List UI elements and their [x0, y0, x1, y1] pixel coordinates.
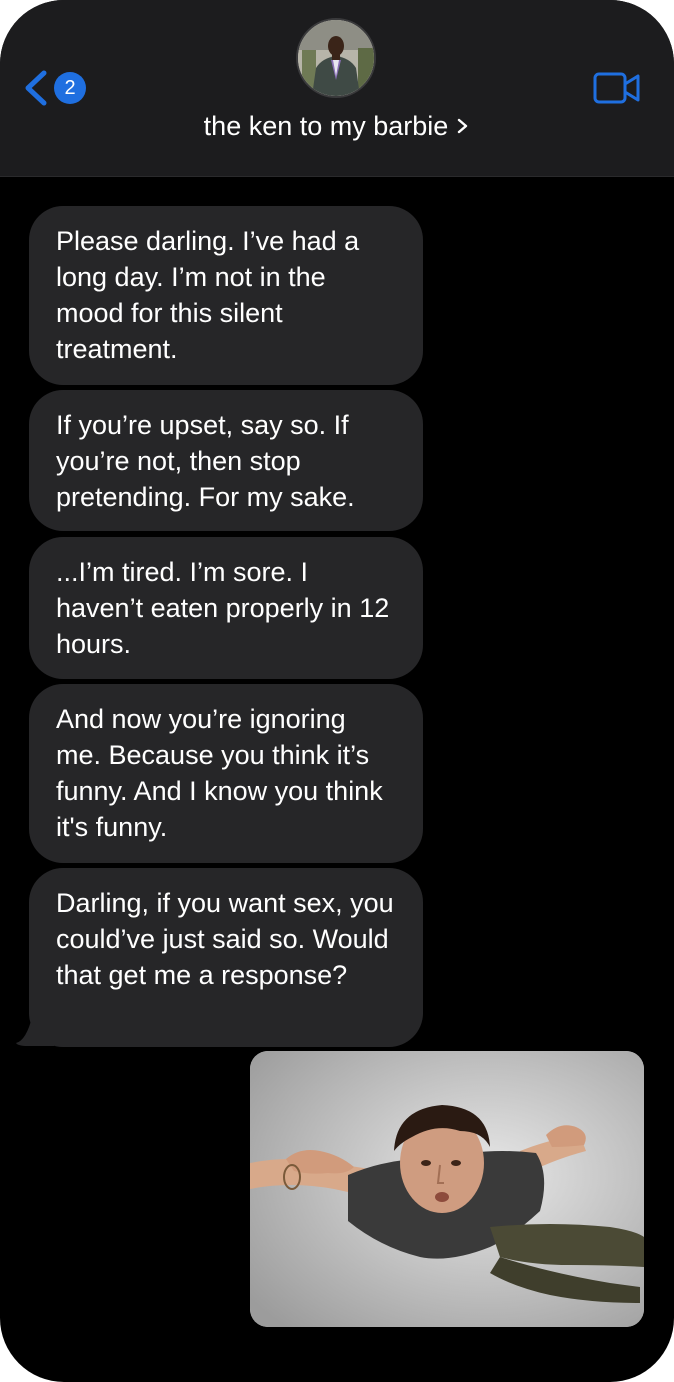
avatar-photo: [298, 20, 374, 96]
message-text: If you’re upset, say so. If you’re not, …: [56, 410, 355, 512]
photo-image: [250, 1051, 644, 1327]
incoming-message-2[interactable]: If you’re upset, say so. If you’re not, …: [29, 390, 423, 531]
incoming-message-3[interactable]: ...I’m tired. I’m sore. I haven’t eaten …: [29, 537, 423, 679]
messages-screen: 2 the ken to my barbie Please darling. I…: [0, 0, 674, 1382]
chevron-left-icon: [25, 70, 47, 106]
incoming-message-4[interactable]: And now you’re ignoring me. Because you …: [29, 684, 423, 863]
unread-count-badge: 2: [54, 72, 86, 104]
outgoing-photo-message[interactable]: [250, 1051, 644, 1327]
message-text: Darling, if you want sex, you could’ve j…: [56, 888, 394, 990]
video-call-button[interactable]: [592, 70, 642, 106]
chevron-right-icon: [458, 118, 468, 134]
incoming-message-1[interactable]: Please darling. I’ve had a long day. I’m…: [29, 206, 423, 385]
video-camera-icon: [593, 72, 640, 104]
conversation-header: 2 the ken to my barbie: [0, 0, 674, 177]
back-button[interactable]: 2: [22, 64, 92, 112]
contact-name-button[interactable]: the ken to my barbie: [0, 106, 674, 146]
bubble-tail: [16, 1008, 54, 1046]
message-text: ...I’m tired. I’m sore. I haven’t eaten …: [56, 557, 390, 659]
contact-avatar[interactable]: [296, 18, 376, 98]
message-text: Please darling. I’ve had a long day. I’m…: [56, 226, 360, 364]
incoming-message-5[interactable]: Darling, if you want sex, you could’ve j…: [29, 868, 423, 1047]
message-text: And now you’re ignoring me. Because you …: [56, 704, 383, 842]
contact-name: the ken to my barbie: [203, 111, 449, 141]
